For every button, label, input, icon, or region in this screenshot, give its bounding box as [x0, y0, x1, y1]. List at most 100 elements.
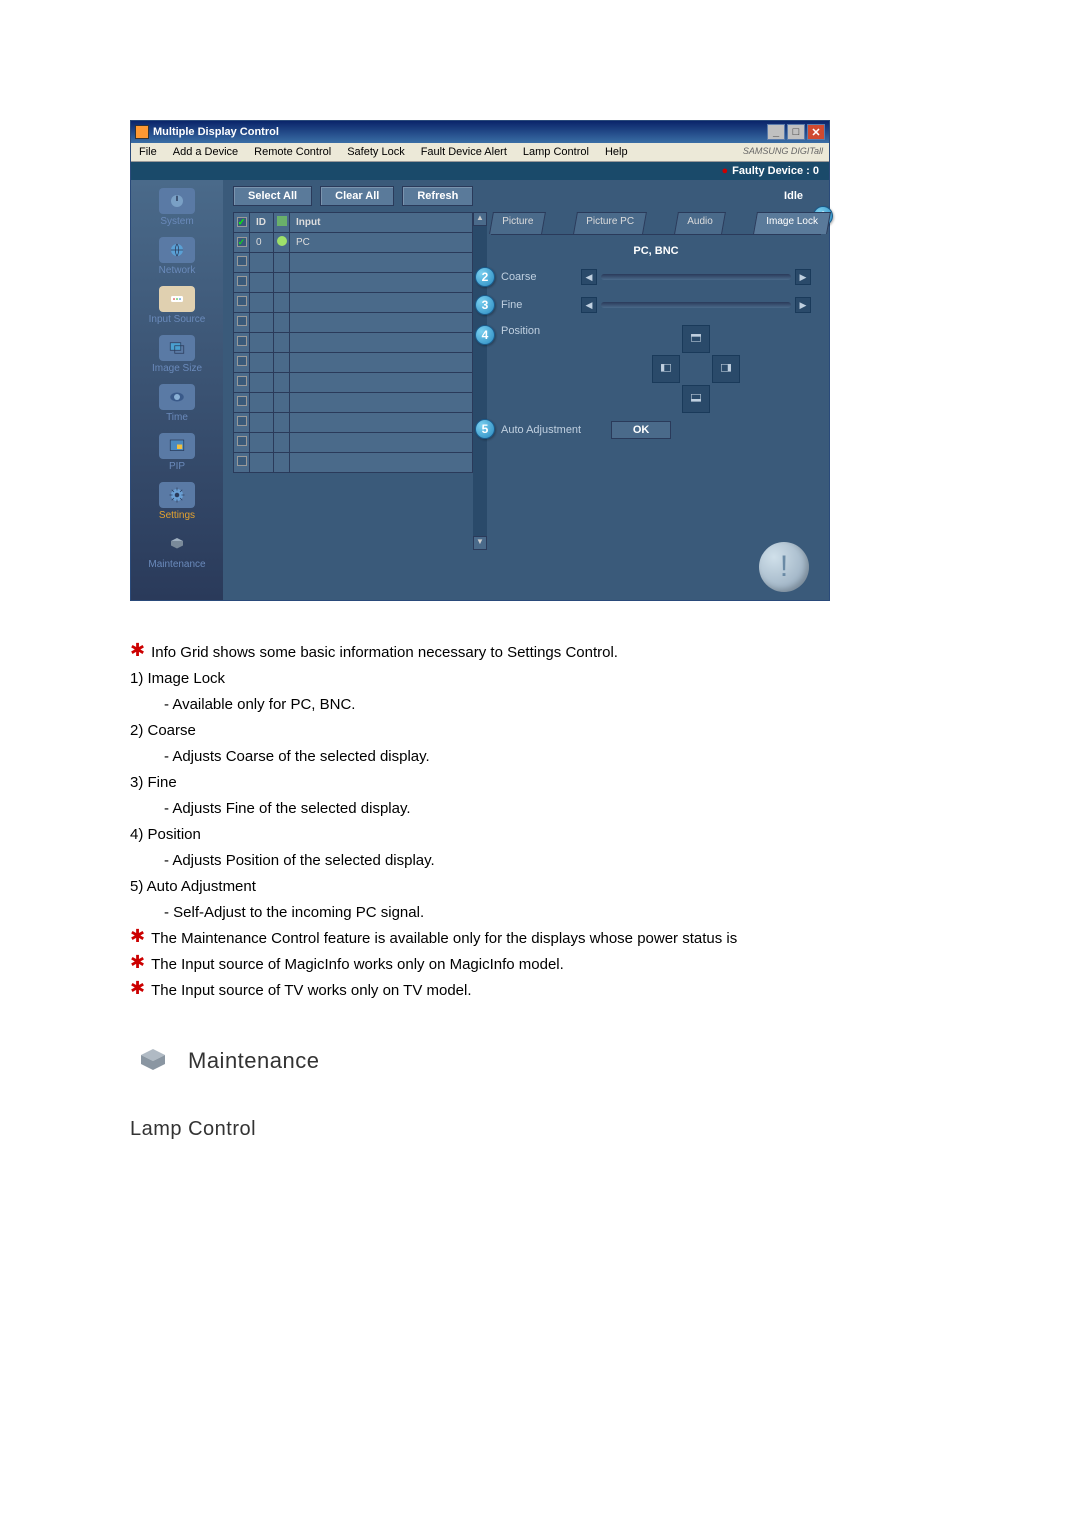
table-row[interactable]: [234, 273, 473, 293]
menu-remote-control[interactable]: Remote Control: [246, 143, 339, 161]
sidebar-item-pip[interactable]: PIP: [131, 431, 223, 478]
sidebar-item-image-size[interactable]: Image Size: [131, 333, 223, 380]
position-up-button[interactable]: [682, 325, 710, 353]
row-checkbox[interactable]: [237, 456, 247, 466]
sidebar-item-settings[interactable]: Settings: [131, 480, 223, 527]
brand-label: SAMSUNG DIGITall: [737, 143, 829, 161]
panel-header: PC, BNC: [501, 245, 811, 257]
tab-picture-pc[interactable]: Picture PC: [573, 212, 647, 234]
menu-add-device[interactable]: Add a Device: [165, 143, 246, 161]
row-input: [290, 453, 473, 473]
row-input: PC: [290, 233, 473, 253]
star-icon: ✱: [130, 953, 145, 971]
row-id: [250, 353, 274, 373]
auto-adjustment-label: Auto Adjustment: [501, 424, 581, 436]
table-row[interactable]: 0PC: [234, 233, 473, 253]
row-checkbox[interactable]: [237, 316, 247, 326]
scroll-down-button[interactable]: ▼: [473, 536, 487, 550]
tab-picture[interactable]: Picture: [489, 212, 546, 234]
row-input: [290, 273, 473, 293]
settings-panel: Picture Picture PC Audio Image Lock 1 PC…: [487, 212, 829, 550]
row-status: [274, 373, 290, 393]
grid-scrollbar[interactable]: ▲ ▼: [473, 212, 487, 550]
refresh-button[interactable]: Refresh: [402, 186, 473, 206]
sidebar-item-maintenance[interactable]: Maintenance: [131, 529, 223, 576]
row-checkbox[interactable]: [237, 336, 247, 346]
tab-audio[interactable]: Audio: [675, 212, 726, 234]
table-row[interactable]: [234, 293, 473, 313]
row-status: [274, 353, 290, 373]
position-down-button[interactable]: [682, 385, 710, 413]
sidebar: System Network Input Source Image Size T…: [131, 180, 223, 600]
row-input: [290, 333, 473, 353]
clear-all-button[interactable]: Clear All: [320, 186, 394, 206]
network-icon: [159, 237, 195, 263]
tab-image-lock[interactable]: Image Lock: [753, 212, 831, 234]
grid-header-check[interactable]: [234, 213, 250, 233]
fine-slider[interactable]: [601, 302, 791, 308]
maximize-button[interactable]: □: [787, 124, 805, 140]
row-checkbox[interactable]: [237, 396, 247, 406]
sidebar-item-system[interactable]: System: [131, 186, 223, 233]
row-input: [290, 413, 473, 433]
menubar: File Add a Device Remote Control Safety …: [131, 143, 829, 162]
table-row[interactable]: [234, 453, 473, 473]
row-checkbox[interactable]: [237, 237, 247, 247]
row-checkbox[interactable]: [237, 256, 247, 266]
scroll-up-button[interactable]: ▲: [473, 212, 487, 226]
table-row[interactable]: [234, 433, 473, 453]
sidebar-item-input-source[interactable]: Input Source: [131, 284, 223, 331]
row-checkbox[interactable]: [237, 436, 247, 446]
table-row[interactable]: [234, 313, 473, 333]
doc-sub-item: - Self-Adjust to the incoming PC signal.: [164, 901, 950, 925]
row-checkbox[interactable]: [237, 356, 247, 366]
row-checkbox[interactable]: [237, 376, 247, 386]
doc-sub-item: - Adjusts Position of the selected displ…: [164, 849, 950, 873]
fine-increase-button[interactable]: ▶: [795, 297, 811, 313]
menu-fault-device-alert[interactable]: Fault Device Alert: [413, 143, 515, 161]
sidebar-item-label: Maintenance: [131, 559, 223, 570]
table-row[interactable]: [234, 333, 473, 353]
coarse-decrease-button[interactable]: ◀: [581, 269, 597, 285]
row-checkbox[interactable]: [237, 416, 247, 426]
doc-sub-item: - Adjusts Fine of the selected display.: [164, 797, 950, 821]
window-title: Multiple Display Control: [153, 126, 279, 138]
sidebar-item-label: Settings: [131, 510, 223, 521]
menu-file[interactable]: File: [131, 143, 165, 161]
position-left-button[interactable]: [652, 355, 680, 383]
row-id: [250, 253, 274, 273]
doc-note: ✱The Maintenance Control feature is avai…: [130, 927, 950, 951]
row-input: [290, 353, 473, 373]
table-row[interactable]: [234, 353, 473, 373]
table-row[interactable]: [234, 413, 473, 433]
coarse-increase-button[interactable]: ▶: [795, 269, 811, 285]
ok-button[interactable]: OK: [611, 421, 671, 439]
select-all-button[interactable]: Select All: [233, 186, 312, 206]
row-checkbox[interactable]: [237, 296, 247, 306]
row-status: [274, 413, 290, 433]
fine-decrease-button[interactable]: ◀: [581, 297, 597, 313]
row-status: [274, 253, 290, 273]
menu-safety-lock[interactable]: Safety Lock: [339, 143, 412, 161]
table-row[interactable]: [234, 253, 473, 273]
position-right-button[interactable]: [712, 355, 740, 383]
sidebar-item-time[interactable]: Time: [131, 382, 223, 429]
maintenance-section-icon: [130, 1043, 176, 1079]
menu-help[interactable]: Help: [597, 143, 636, 161]
minimize-button[interactable]: _: [767, 124, 785, 140]
row-checkbox[interactable]: [237, 276, 247, 286]
doc-numbered-item: 2) Coarse: [130, 719, 950, 743]
close-button[interactable]: ✕: [807, 124, 825, 140]
coarse-slider[interactable]: [601, 274, 791, 280]
sidebar-item-network[interactable]: Network: [131, 235, 223, 282]
callout-2: 2: [475, 267, 495, 287]
callout-3: 3: [475, 295, 495, 315]
row-status: [274, 273, 290, 293]
sidebar-item-label: System: [131, 216, 223, 227]
table-row[interactable]: [234, 393, 473, 413]
sidebar-item-label: Input Source: [131, 314, 223, 325]
table-row[interactable]: [234, 373, 473, 393]
row-id: [250, 433, 274, 453]
row-id: [250, 313, 274, 333]
menu-lamp-control[interactable]: Lamp Control: [515, 143, 597, 161]
